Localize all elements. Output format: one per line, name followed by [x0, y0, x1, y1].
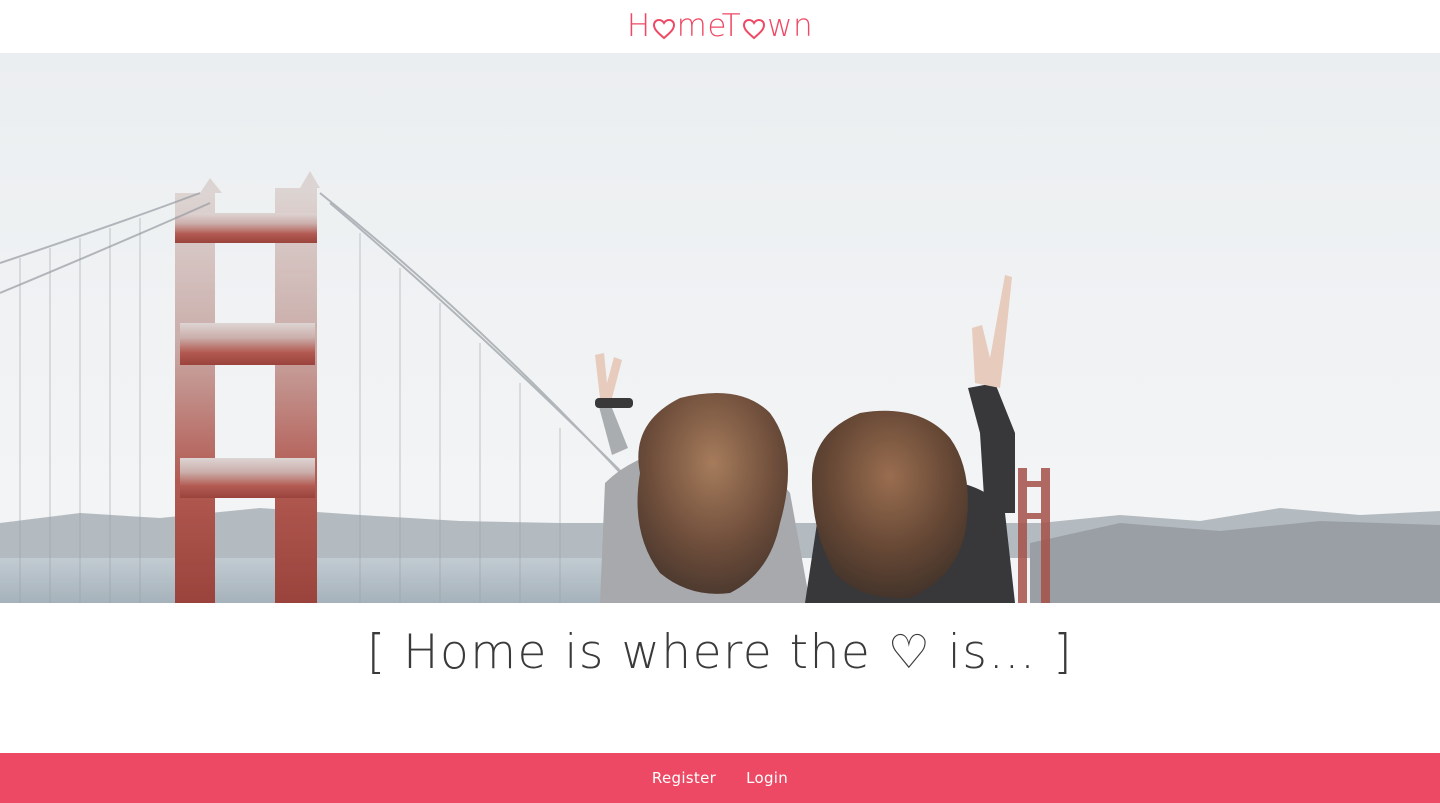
- tagline: [ Home is where the ♡ is… ]: [366, 625, 1074, 680]
- logo-heart-icon: [743, 18, 766, 39]
- footer-nav: Register Login: [0, 753, 1440, 803]
- login-link[interactable]: Login: [746, 769, 788, 787]
- logo-text-wn: wn: [767, 8, 814, 44]
- logo-text-h: H: [626, 8, 651, 44]
- logo-heart-icon: [652, 18, 675, 39]
- logo-text-met: meT: [676, 8, 742, 44]
- register-link[interactable]: Register: [652, 769, 716, 787]
- tagline-section: [ Home is where the ♡ is… ]: [0, 603, 1440, 753]
- hometown-logo[interactable]: H meT wn: [627, 11, 813, 42]
- hero-illustration: [0, 53, 1440, 603]
- site-header: H meT wn: [0, 0, 1440, 53]
- hero-image: [0, 53, 1440, 603]
